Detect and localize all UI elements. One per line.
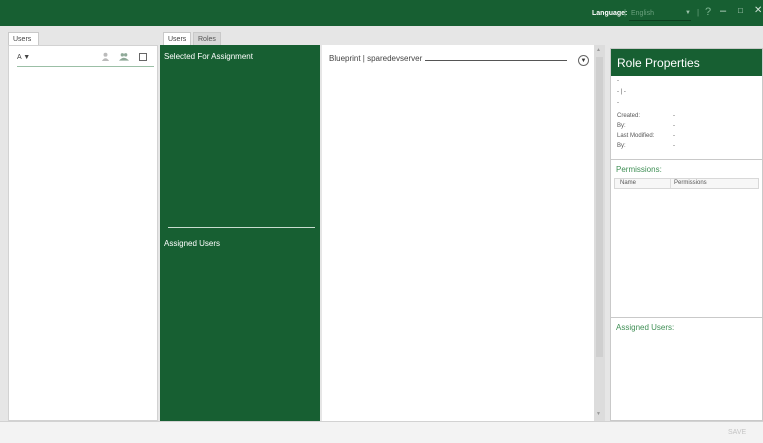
group-icon[interactable] xyxy=(119,52,129,63)
column-header-name[interactable]: Name xyxy=(620,180,636,186)
toolbar-separator: | xyxy=(697,8,700,17)
tab-roles[interactable]: Roles xyxy=(193,32,221,45)
role-description: - xyxy=(617,100,619,106)
chevron-down-icon[interactable]: ▼ xyxy=(578,55,589,66)
help-button[interactable]: ? xyxy=(705,6,711,18)
sort-underline xyxy=(17,66,154,67)
users-list-panel: A ▼ xyxy=(8,45,158,421)
assigned-users-heading: Assigned Users xyxy=(164,239,221,248)
footer-bar: SAVE xyxy=(0,421,763,443)
blueprint-divider xyxy=(425,60,567,61)
assignment-divider xyxy=(168,227,315,228)
role-assigned-users-heading: Assigned Users: xyxy=(616,323,675,332)
last-modified-label: Last Modified: xyxy=(617,133,655,139)
scroll-up-icon[interactable]: ▲ xyxy=(596,47,601,53)
language-label: Language: xyxy=(592,10,628,17)
modified-by-label: By: xyxy=(617,143,626,149)
title-bar: Language: | English ▼ | ? – □ ✕ xyxy=(0,0,763,26)
modified-by-value: - xyxy=(673,143,675,149)
tab-users-left[interactable]: Users xyxy=(8,32,39,45)
column-divider xyxy=(670,179,671,188)
permissions-divider xyxy=(611,317,762,318)
permissions-heading: Permissions: xyxy=(616,165,662,174)
created-label: Created: xyxy=(617,113,641,119)
role-name: - xyxy=(617,78,619,84)
scroll-thumb[interactable] xyxy=(596,57,603,357)
role-properties-header: Role Properties xyxy=(611,49,762,76)
permissions-table-header: Name Permissions xyxy=(614,178,759,189)
role-properties-panel: Role Properties - - | - - Created: - By:… xyxy=(610,48,763,421)
language-value: English xyxy=(631,10,654,17)
select-all-checkbox[interactable] xyxy=(139,53,147,61)
created-by-value: - xyxy=(673,123,675,129)
selected-for-assignment-heading: Selected For Assignment xyxy=(164,52,253,61)
column-header-permissions[interactable]: Permissions xyxy=(674,180,707,186)
scrollbar[interactable]: ▲ ▼ xyxy=(594,45,605,421)
minimize-button[interactable]: – xyxy=(720,5,726,17)
sort-dropdown[interactable]: A ▼ xyxy=(17,54,30,61)
close-button[interactable]: ✕ xyxy=(754,5,762,16)
properties-divider xyxy=(611,159,762,160)
role-id-line: - | - xyxy=(617,89,626,95)
language-select[interactable]: English ▼ xyxy=(629,7,691,21)
chevron-down-icon: ▼ xyxy=(685,10,691,16)
language-separator: | xyxy=(624,8,627,17)
created-by-label: By: xyxy=(617,123,626,129)
last-modified-value: - xyxy=(673,133,675,139)
blueprint-panel: Blueprint | sparedevserver ▼ xyxy=(322,45,594,421)
created-value: - xyxy=(673,113,675,119)
assignment-panel: Selected For Assignment Assigned Users xyxy=(160,45,320,421)
role-properties-title: Role Properties xyxy=(617,56,700,70)
user-icon[interactable] xyxy=(101,52,110,63)
save-button[interactable]: SAVE xyxy=(728,429,746,436)
blueprint-label: Blueprint | sparedevserver xyxy=(329,54,423,63)
scroll-down-icon[interactable]: ▼ xyxy=(596,411,601,417)
tab-users[interactable]: Users xyxy=(163,32,191,45)
maximize-button[interactable]: □ xyxy=(738,6,743,15)
